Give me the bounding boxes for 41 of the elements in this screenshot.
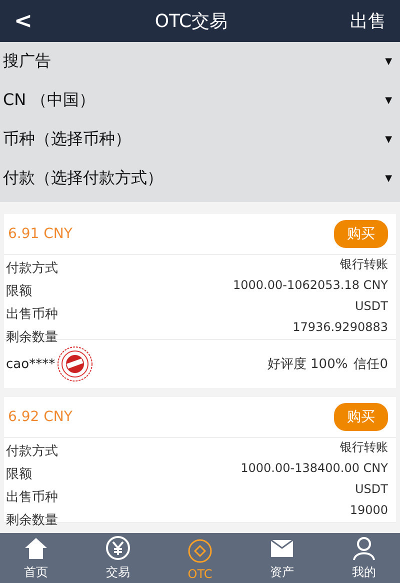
sell-link[interactable]: 出售 bbox=[350, 9, 386, 33]
detail-value: USDT bbox=[355, 481, 388, 498]
detail-label: 剩余数量 bbox=[6, 329, 58, 347]
nav-tab[interactable]: 我的 bbox=[336, 533, 392, 583]
detail-label: 剩余数量 bbox=[6, 512, 58, 530]
offer-price: 6.92 CNY bbox=[8, 409, 72, 425]
rating-text: 好评度 100% bbox=[267, 356, 348, 373]
detail-value: 19000 bbox=[350, 502, 388, 519]
detail-label: 限额 bbox=[6, 466, 33, 484]
filter-dropdown[interactable]: 搜广告 bbox=[3, 51, 51, 72]
page-title: OTC交易 bbox=[154, 10, 228, 33]
filter-dropdown[interactable]: CN （中国） bbox=[3, 90, 96, 111]
detail-label: 付款方式 bbox=[6, 260, 58, 278]
dropdown-caret[interactable]: ▼ bbox=[385, 174, 392, 184]
detail-value: 17936.9290883 bbox=[292, 319, 388, 336]
detail-label: 付款方式 bbox=[6, 443, 58, 461]
detail-value: 1000.00-1062053.18 CNY bbox=[233, 277, 388, 294]
dropdown-caret[interactable]: ▼ bbox=[385, 96, 392, 106]
detail-value: USDT bbox=[355, 298, 388, 315]
dropdown-caret[interactable]: ▼ bbox=[385, 134, 392, 144]
nav-tab[interactable]: 资产 bbox=[254, 533, 310, 583]
home-icon bbox=[23, 535, 49, 561]
detail-label: 出售币种 bbox=[6, 306, 58, 324]
detail-value: 银行转账 bbox=[340, 256, 388, 273]
filter-dropdown[interactable]: 付款（选择付款方式） bbox=[3, 168, 163, 189]
nav-tab[interactable]: 交易 bbox=[90, 533, 146, 583]
back-button[interactable]: < bbox=[14, 8, 32, 34]
trust-text: 信任0 bbox=[354, 356, 388, 373]
detail-label: 出售币种 bbox=[6, 489, 58, 507]
diamond-circle-icon bbox=[187, 538, 213, 564]
seal-stamp-icon bbox=[57, 346, 94, 382]
yen-circle-icon bbox=[105, 535, 131, 561]
detail-value: 银行转账 bbox=[340, 439, 388, 456]
offer-price: 6.91 CNY bbox=[8, 226, 72, 242]
nav-tab[interactable]: 首页 bbox=[8, 533, 64, 583]
detail-label: 限额 bbox=[6, 283, 33, 301]
filter-dropdown[interactable]: 币种（选择币种） bbox=[3, 129, 131, 150]
detail-value: 1000.00-138400.00 CNY bbox=[240, 460, 388, 477]
person-icon bbox=[351, 535, 377, 561]
dropdown-caret[interactable]: ▼ bbox=[385, 56, 392, 66]
seller-name: cao**** bbox=[6, 356, 56, 372]
